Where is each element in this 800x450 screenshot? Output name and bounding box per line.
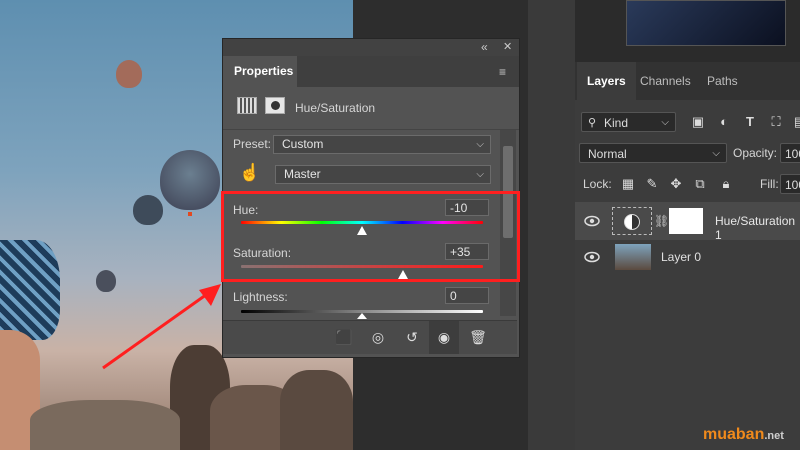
rock-formation: [30, 400, 180, 450]
mask-icon[interactable]: [265, 97, 285, 114]
clip-to-layer-icon[interactable]: ⬛: [329, 321, 359, 354]
fill-input[interactable]: 100: [780, 174, 800, 194]
layer-row-hue-saturation[interactable]: ⛓ Hue/Saturation 1: [575, 202, 800, 242]
chevron-down-icon: ⌵: [661, 117, 669, 128]
reset-icon[interactable]: ↺: [397, 321, 427, 354]
panel-dock-strip: [528, 0, 575, 450]
properties-titlebar[interactable]: « ✕: [223, 39, 519, 56]
opacity-label: Opacity:: [733, 146, 778, 160]
collapse-icon[interactable]: «: [481, 40, 488, 54]
adjustment-thumbnail: [612, 207, 652, 235]
delete-trash-icon[interactable]: 🗑︎: [463, 321, 493, 354]
smart-object-filter-icon[interactable]: ▤: [791, 113, 800, 131]
panel-menu-icon[interactable]: ≡: [499, 65, 506, 79]
preset-label: Preset:: [233, 137, 272, 151]
tab-properties[interactable]: Properties: [223, 56, 297, 87]
properties-tabrow: Properties ≡: [223, 56, 519, 87]
view-previous-state-icon[interactable]: ◎: [363, 321, 393, 354]
layers-tabbar: Layers Channels Paths: [575, 62, 800, 100]
properties-footer: ⬛ ◎ ↺ ◉ 🗑︎: [223, 320, 517, 354]
lock-brush-icon[interactable]: ✎: [643, 175, 661, 193]
shape-filter-icon[interactable]: ⛶: [767, 113, 785, 131]
type-filter-icon[interactable]: T: [741, 113, 759, 131]
tab-channels[interactable]: Channels: [630, 62, 701, 100]
preset-select[interactable]: Custom ⌵: [273, 135, 491, 154]
tab-layers[interactable]: Layers: [577, 62, 636, 100]
filter-kind-select[interactable]: ⚲ Kind ⌵: [581, 112, 676, 132]
toggle-visibility-eye-icon[interactable]: ◉: [429, 321, 459, 354]
adjustment-name: Hue/Saturation: [295, 101, 376, 115]
blend-mode-select[interactable]: Normal ⌵: [579, 143, 727, 163]
lightness-label: Lightness:: [233, 290, 288, 304]
chevron-down-icon: ⌵: [476, 139, 484, 150]
balloon: [133, 195, 163, 225]
lightness-slider-thumb[interactable]: [357, 313, 367, 319]
image-filter-icon[interactable]: ▣: [689, 113, 707, 131]
layer-mask-thumbnail[interactable]: [669, 208, 703, 234]
balloon: [160, 150, 220, 210]
channel-value: Master: [284, 167, 321, 181]
balloon: [116, 60, 142, 88]
adjustment-icon[interactable]: [237, 97, 257, 114]
tab-paths[interactable]: Paths: [697, 62, 748, 100]
lock-position-icon[interactable]: ✥: [667, 175, 685, 193]
rock-formation: [280, 370, 353, 450]
lock-label: Lock:: [583, 177, 612, 191]
lock-transparency-icon[interactable]: ▦: [619, 175, 637, 193]
chevron-down-icon: ⌵: [712, 148, 720, 159]
lock-all-icon[interactable]: 🔒︎: [717, 175, 735, 193]
lock-artboard-icon[interactable]: ⧉: [691, 175, 709, 193]
visibility-eye-icon[interactable]: [584, 214, 600, 228]
layers-panel: Layers Channels Paths ⚲ Kind ⌵ ▣ ◐ T ⛶ ▤…: [575, 62, 800, 450]
close-icon[interactable]: ✕: [503, 40, 512, 53]
highlight-box: [221, 191, 520, 282]
fill-label: Fill:: [760, 177, 779, 191]
visibility-eye-icon[interactable]: [584, 250, 600, 264]
link-icon[interactable]: ⛓: [654, 214, 669, 228]
hue-saturation-icon: [624, 214, 640, 230]
watermark-text: muaban: [703, 426, 765, 443]
watermark-suffix: .net: [764, 430, 784, 442]
search-icon: ⚲: [588, 117, 597, 129]
layer-name[interactable]: Hue/Saturation 1: [715, 214, 800, 242]
annotation-arrow: [102, 284, 221, 370]
layer-name[interactable]: Layer 0: [661, 250, 701, 264]
channel-select[interactable]: Master ⌵: [275, 165, 491, 184]
watermark-logo: muaban.net: [703, 426, 784, 444]
targeted-adjustment-hand-icon[interactable]: ☝: [239, 163, 260, 183]
layer-row-layer-0[interactable]: Layer 0: [575, 240, 800, 274]
person-silhouette: [0, 240, 60, 340]
opacity-input[interactable]: 100: [780, 143, 800, 163]
chevron-down-icon: ⌵: [476, 169, 484, 180]
lightness-input[interactable]: 0: [445, 287, 489, 304]
preset-value: Custom: [282, 137, 324, 151]
navigator-preview: [626, 0, 786, 46]
blend-mode-value: Normal: [588, 147, 627, 161]
filter-kind-value: Kind: [604, 116, 629, 130]
adjustment-filter-icon[interactable]: ◐: [715, 113, 733, 131]
layer-thumbnail: [615, 244, 651, 270]
